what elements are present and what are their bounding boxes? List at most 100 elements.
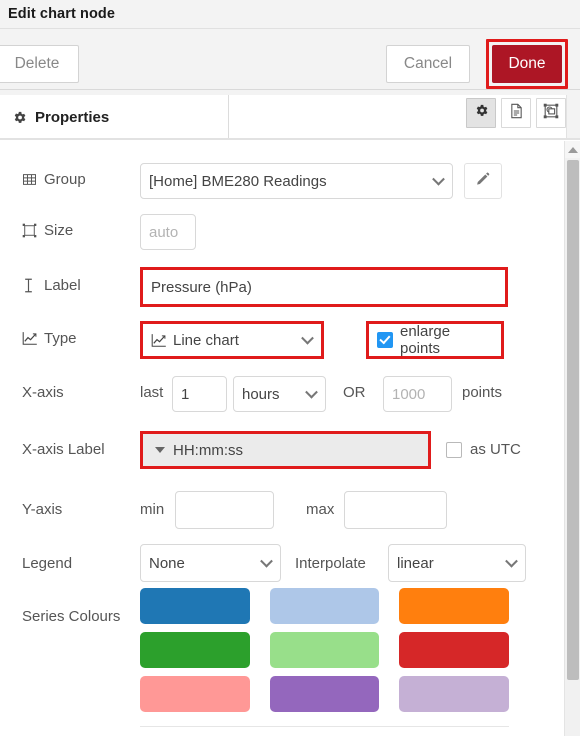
colour-swatch[interactable]: [140, 676, 250, 712]
dialog-titlebar: Edit chart node: [0, 0, 580, 28]
yaxis-max-text: max: [306, 501, 335, 518]
group-row-label: Group: [22, 171, 86, 188]
type-row-label: Type: [22, 330, 77, 347]
chart-label-label-text: Label: [44, 277, 81, 294]
xaxis-label-row-label: X-axis Label: [22, 441, 105, 458]
legend-select[interactable]: None: [140, 544, 281, 582]
colour-swatch[interactable]: [399, 588, 510, 624]
xaxis-points-placeholder: 1000: [392, 385, 426, 403]
xaxis-label-text: X-axis: [22, 384, 64, 401]
done-button[interactable]: Done: [492, 45, 562, 83]
series-colours-row-label: Series Colours: [22, 608, 120, 625]
chevron-down-icon: [505, 554, 518, 568]
yaxis-min-input[interactable]: [175, 491, 274, 529]
type-select[interactable]: Line chart: [140, 321, 324, 359]
delete-button[interactable]: Delete: [0, 45, 79, 83]
yaxis-row-label: Y-axis: [22, 501, 62, 518]
type-select-value: Line chart: [173, 331, 239, 349]
group-select-value: [Home] BME280 Readings: [149, 172, 327, 190]
yaxis-max-input[interactable]: [344, 491, 447, 529]
gear-icon: [12, 110, 27, 125]
size-row-label: Size: [22, 222, 73, 239]
tab-properties-label: Properties: [35, 109, 110, 126]
type-label-text: Type: [44, 330, 77, 347]
scroll-up-icon[interactable]: [565, 141, 580, 158]
resize-icon: [22, 223, 38, 239]
xaxis-last-text: last: [140, 384, 164, 401]
xaxis-label-value: HH:mm:ss: [173, 441, 243, 459]
series-colours-divider: [140, 726, 509, 727]
cancel-button[interactable]: Cancel: [386, 45, 470, 83]
form-scrollbar[interactable]: [564, 141, 580, 736]
enlarge-points-container: enlarge points: [366, 321, 504, 359]
scrollbar-thumb[interactable]: [567, 160, 579, 680]
xaxis-unit-select[interactable]: hours: [233, 376, 326, 412]
colour-swatch[interactable]: [140, 632, 250, 668]
chart-label-input-value: Pressure (hPa): [151, 278, 252, 296]
chevron-down-icon: [432, 172, 445, 186]
chevron-down-icon: [301, 331, 314, 345]
legend-row-label: Legend: [22, 555, 72, 572]
xaxis-amount-input[interactable]: 1: [172, 376, 227, 412]
line-chart-icon: [22, 331, 38, 347]
interpolate-select-value: linear: [397, 554, 434, 572]
as-utc-label: as UTC: [470, 441, 521, 458]
as-utc-checkbox[interactable]: [446, 441, 462, 458]
enlarge-points-checkbox[interactable]: [377, 332, 393, 348]
group-select[interactable]: [Home] BME280 Readings: [140, 163, 453, 199]
text-cursor-icon: [22, 278, 38, 294]
xaxis-row-label: X-axis: [22, 384, 64, 401]
group-label-text: Group: [44, 171, 86, 188]
chevron-down-icon: [260, 554, 273, 568]
appearance-icon-button[interactable]: [536, 98, 566, 128]
size-input[interactable]: auto: [140, 214, 196, 250]
xaxis-label-select[interactable]: HH:mm:ss: [140, 431, 431, 469]
pencil-icon: [476, 172, 490, 191]
caret-left-icon: [155, 447, 165, 453]
chart-label-input[interactable]: Pressure (hPa): [140, 267, 508, 307]
xaxis-points-text: points: [462, 384, 503, 401]
tab-underline: [0, 138, 580, 140]
colour-swatch[interactable]: [399, 632, 510, 668]
description-icon-button[interactable]: [501, 98, 531, 128]
yaxis-label-text: Y-axis: [22, 501, 63, 518]
series-colours-row: [140, 632, 510, 668]
series-colours-row: [140, 676, 510, 712]
dialog-button-bar: Delete Cancel Done: [0, 28, 580, 90]
yaxis-min-text: min: [140, 501, 165, 518]
table-icon: [22, 172, 38, 188]
series-colours-label-text: Series Colours: [22, 608, 121, 625]
colour-swatch[interactable]: [269, 676, 380, 712]
xaxis-label-label-text: X-axis Label: [22, 441, 105, 458]
group-edit-button[interactable]: [464, 163, 502, 199]
chart-label-row-label: Label: [22, 277, 81, 294]
as-utc-container: as UTC: [446, 441, 521, 458]
xaxis-amount-value: 1: [181, 385, 190, 403]
interpolate-label: Interpolate: [295, 555, 366, 572]
size-label-text: Size: [44, 222, 74, 239]
gear-icon-button[interactable]: [466, 98, 496, 128]
size-input-placeholder: auto: [149, 223, 179, 241]
edit-chart-node-dialog: Edit chart node Delete Cancel Done Prope…: [0, 0, 580, 736]
legend-label-text: Legend: [22, 555, 73, 572]
dialog-title: Edit chart node: [8, 6, 116, 22]
interpolate-select[interactable]: linear: [388, 544, 526, 582]
colour-swatch[interactable]: [140, 588, 250, 624]
gear-icon: [474, 103, 489, 123]
colour-swatch[interactable]: [269, 588, 380, 624]
description-icon: [509, 103, 524, 124]
xaxis-unit-value: hours: [242, 385, 280, 403]
colour-swatch[interactable]: [269, 632, 380, 668]
chevron-down-icon: [305, 385, 318, 399]
xaxis-points-input[interactable]: 1000: [383, 376, 452, 412]
enlarge-points-label: enlarge points: [400, 323, 451, 357]
colour-swatch[interactable]: [399, 676, 510, 712]
legend-select-value: None: [149, 554, 185, 572]
series-colours-row: [140, 588, 510, 624]
appearance-icon: [543, 103, 559, 124]
line-chart-icon: [151, 332, 167, 348]
tab-properties[interactable]: Properties: [0, 95, 229, 140]
panel-icon-buttons: [466, 98, 566, 128]
xaxis-or-text: OR: [343, 384, 366, 401]
series-colours-grid: [140, 588, 510, 720]
